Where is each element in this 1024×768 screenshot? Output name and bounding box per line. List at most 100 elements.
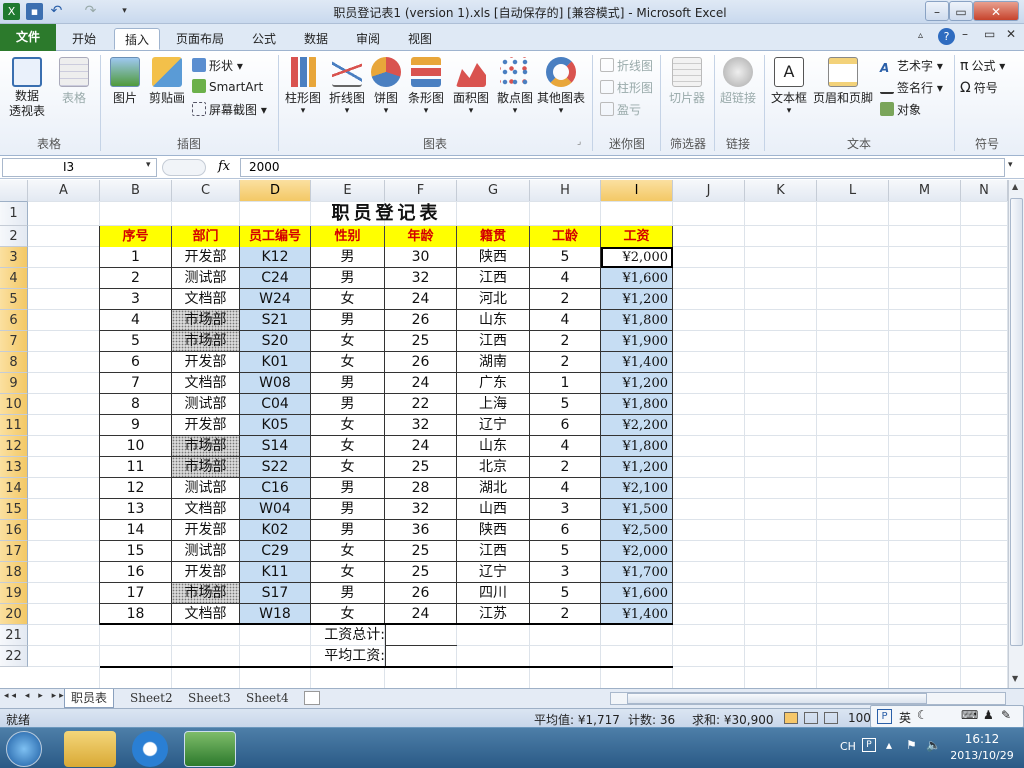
symbol-button[interactable]: Ω 符号 [960,79,998,96]
data-cell[interactable]: 7 [100,373,172,394]
name-box[interactable]: I3 [2,158,157,177]
data-cell[interactable]: 25 [385,457,457,478]
tab-view[interactable]: 视图 [398,28,442,50]
data-cell[interactable]: 江苏 [457,604,530,625]
total-value-cell[interactable] [385,625,457,646]
data-cell[interactable]: 5 [530,394,601,415]
data-cell[interactable]: 广东 [457,373,530,394]
sheet-tab-2[interactable]: Sheet3 [182,689,237,708]
help-icon[interactable]: ? [938,28,955,45]
data-cell[interactable]: S17 [240,583,311,604]
data-cell[interactable]: 开发部 [172,520,240,541]
column-header-C[interactable]: C [172,180,240,202]
data-cell[interactable]: 女 [311,604,385,625]
sparkline-winloss-button[interactable]: 盈亏 [600,101,641,118]
data-cell[interactable]: 25 [385,562,457,583]
data-cell[interactable]: 28 [385,478,457,499]
data-cell[interactable]: 1 [100,247,172,268]
row-header-2[interactable]: 2 [0,226,28,247]
data-cell[interactable]: 16 [100,562,172,583]
data-cell[interactable]: 36 [385,520,457,541]
data-cell[interactable]: 市场部 [172,331,240,352]
column-header-K[interactable]: K [745,180,817,202]
normal-view-icon[interactable] [784,712,798,724]
row-header-10[interactable]: 10 [0,394,28,415]
data-cell[interactable]: ¥2,500 [601,520,673,541]
total-label-cell[interactable]: 工资总计: [311,625,385,646]
data-cell[interactable]: 5 [530,541,601,562]
data-cell[interactable]: 山西 [457,499,530,520]
data-cell[interactable]: 男 [311,268,385,289]
ime-logo-icon[interactable]: P [877,709,892,724]
horizontal-scroll-thumb[interactable] [627,693,927,704]
data-cell[interactable]: 开发部 [172,415,240,436]
tab-file[interactable]: 文件 [0,24,56,51]
data-cell[interactable]: 辽宁 [457,415,530,436]
data-cell[interactable]: 市场部 [172,436,240,457]
column-header-H[interactable]: H [530,180,601,202]
data-cell[interactable]: 市场部 [172,457,240,478]
row-header-14[interactable]: 14 [0,478,28,499]
data-cell[interactable]: S14 [240,436,311,457]
data-cell[interactable]: 江西 [457,541,530,562]
header-cell[interactable]: 籍贯 [457,226,530,247]
data-cell[interactable]: 女 [311,541,385,562]
data-cell[interactable]: 男 [311,478,385,499]
ime-moon-icon[interactable]: ☾ [917,708,928,722]
data-cell[interactable]: W08 [240,373,311,394]
sheet-title-cell[interactable]: 职员登记表 [100,202,673,226]
clock-date[interactable]: 2013/10/29 [944,749,1020,762]
data-cell[interactable]: 2 [530,331,601,352]
sheet-nav-arrows-icon[interactable]: ◂◂ ◂ ▸ ▸▸ [4,691,67,701]
scroll-down-icon[interactable]: ▼ [1012,674,1018,683]
row-header-8[interactable]: 8 [0,352,28,373]
name-box-dropdown-icon[interactable]: ▾ [146,160,151,170]
data-cell[interactable]: 四川 [457,583,530,604]
data-cell[interactable]: 17 [100,583,172,604]
row-header-12[interactable]: 12 [0,436,28,457]
data-cell[interactable]: C24 [240,268,311,289]
data-cell[interactable]: 文档部 [172,289,240,310]
line-chart-button[interactable]: 折线图 ▾ [326,57,368,116]
row-header-17[interactable]: 17 [0,541,28,562]
data-cell[interactable]: 2 [100,268,172,289]
data-cell[interactable]: 男 [311,310,385,331]
data-cell[interactable]: 4 [530,478,601,499]
data-cell[interactable]: S20 [240,331,311,352]
row-header-15[interactable]: 15 [0,499,28,520]
slicer-button[interactable]: 切片器 [666,57,708,106]
data-cell[interactable]: C29 [240,541,311,562]
clipart-button[interactable]: 剪贴画 [146,57,188,106]
data-cell[interactable]: 开发部 [172,352,240,373]
data-cell[interactable]: ¥2,000 [601,541,673,562]
data-cell[interactable]: 15 [100,541,172,562]
sheet-tab-1[interactable]: Sheet2 [124,689,179,708]
close-button[interactable]: ✕ [973,1,1019,21]
data-cell[interactable]: 30 [385,247,457,268]
shapes-button[interactable]: 形状 ▾ [192,57,243,74]
data-cell[interactable]: 辽宁 [457,562,530,583]
redo-icon[interactable]: ↷ [82,3,99,20]
data-cell[interactable]: 9 [100,415,172,436]
row-header-20[interactable]: 20 [0,604,28,625]
data-cell[interactable]: 13 [100,499,172,520]
data-cell[interactable]: 22 [385,394,457,415]
active-cell[interactable]: ¥2,000 [601,247,673,268]
data-cell[interactable]: 山东 [457,436,530,457]
data-cell[interactable]: 4 [100,310,172,331]
data-cell[interactable]: 女 [311,352,385,373]
data-cell[interactable]: ¥1,500 [601,499,673,520]
tab-page-layout[interactable]: 页面布局 [166,28,234,50]
data-cell[interactable]: 26 [385,310,457,331]
data-cell[interactable]: 24 [385,373,457,394]
data-cell[interactable]: 32 [385,415,457,436]
data-cell[interactable]: 6 [100,352,172,373]
excel-taskbar-icon[interactable] [184,731,236,767]
header-cell[interactable]: 性别 [311,226,385,247]
data-cell[interactable]: C16 [240,478,311,499]
data-cell[interactable]: 3 [530,499,601,520]
ime-settings-icon[interactable]: ✎ [1001,708,1011,722]
data-cell[interactable]: 11 [100,457,172,478]
column-header-A[interactable]: A [28,180,100,202]
textbox-button[interactable]: A 文本框 ▾ [768,57,810,116]
